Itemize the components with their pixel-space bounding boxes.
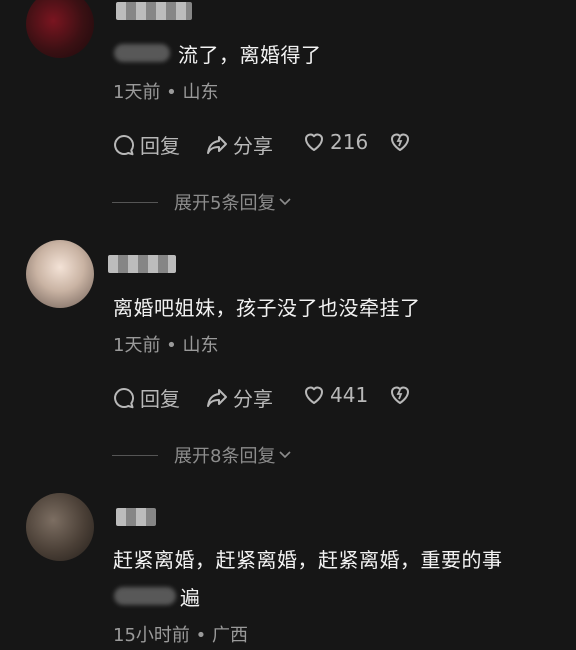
divider-line [112, 454, 158, 456]
divider-line [112, 201, 158, 203]
heart-icon [305, 386, 323, 404]
redacted-text [114, 587, 176, 605]
redacted-text [114, 44, 170, 62]
comment-location: 山东 [182, 335, 219, 356]
expand-replies[interactable]: 展开8条回复 [112, 442, 293, 468]
comment-text: 离婚吧姐妹，孩子没了也没牵挂了 [113, 296, 421, 320]
share-arrow-icon [207, 135, 227, 154]
username-redacted[interactable] [108, 255, 176, 273]
comment-time: 15小时前 [113, 625, 190, 646]
like-count: 441 [330, 383, 369, 407]
reply-button[interactable]: 回复 [112, 130, 180, 159]
reply-bubble-icon [114, 387, 134, 408]
avatar[interactable] [26, 493, 94, 561]
share-arrow-icon [207, 388, 227, 407]
comment-time: 1天前 [113, 335, 161, 356]
share-button[interactable]: 分享 [205, 383, 273, 412]
comment-text-line1: 赶紧离婚，赶紧离婚，赶紧离婚，重要的事 [113, 548, 503, 572]
like-button[interactable]: 216 [302, 130, 368, 154]
comment-list: 流了，离婚得了 1天前 • 山东 回复 分享 216 展开5条回复 离婚吧姐妹，… [0, 0, 576, 650]
comment-meta: 15小时前 • 广西 [113, 621, 248, 647]
share-label: 分享 [233, 134, 273, 158]
avatar[interactable] [26, 0, 94, 58]
reply-button[interactable]: 回复 [112, 383, 180, 412]
chevron-down-icon [279, 451, 292, 459]
separator: • [160, 82, 183, 103]
comment-meta: 1天前 • 山东 [113, 78, 219, 104]
share-label: 分享 [233, 387, 273, 411]
avatar[interactable] [26, 240, 94, 308]
comment-location: 广西 [211, 625, 248, 646]
broken-heart-icon [391, 133, 409, 151]
broken-heart-icon [391, 386, 409, 404]
separator: • [189, 625, 212, 646]
separator: • [160, 335, 183, 356]
like-button[interactable]: 441 [302, 383, 368, 407]
dislike-button[interactable] [388, 383, 412, 407]
heart-icon [305, 133, 323, 151]
reply-label: 回复 [140, 387, 180, 411]
comment-location: 山东 [182, 82, 219, 103]
comment-time: 1天前 [113, 82, 161, 103]
reply-label: 回复 [140, 134, 180, 158]
username-redacted[interactable] [116, 508, 156, 526]
comment-text: 流了，离婚得了 [178, 43, 322, 67]
share-button[interactable]: 分享 [205, 130, 273, 159]
dislike-button[interactable] [388, 130, 412, 154]
expand-replies[interactable]: 展开5条回复 [112, 189, 293, 215]
reply-bubble-icon [114, 134, 134, 155]
like-count: 216 [330, 130, 369, 154]
username-redacted[interactable] [116, 2, 192, 20]
expand-label: 展开8条回复 [174, 446, 276, 467]
expand-label: 展开5条回复 [174, 193, 276, 214]
comment-text-line2: 遍 [180, 586, 201, 610]
comment-meta: 1天前 • 山东 [113, 331, 219, 357]
chevron-down-icon [279, 198, 292, 206]
